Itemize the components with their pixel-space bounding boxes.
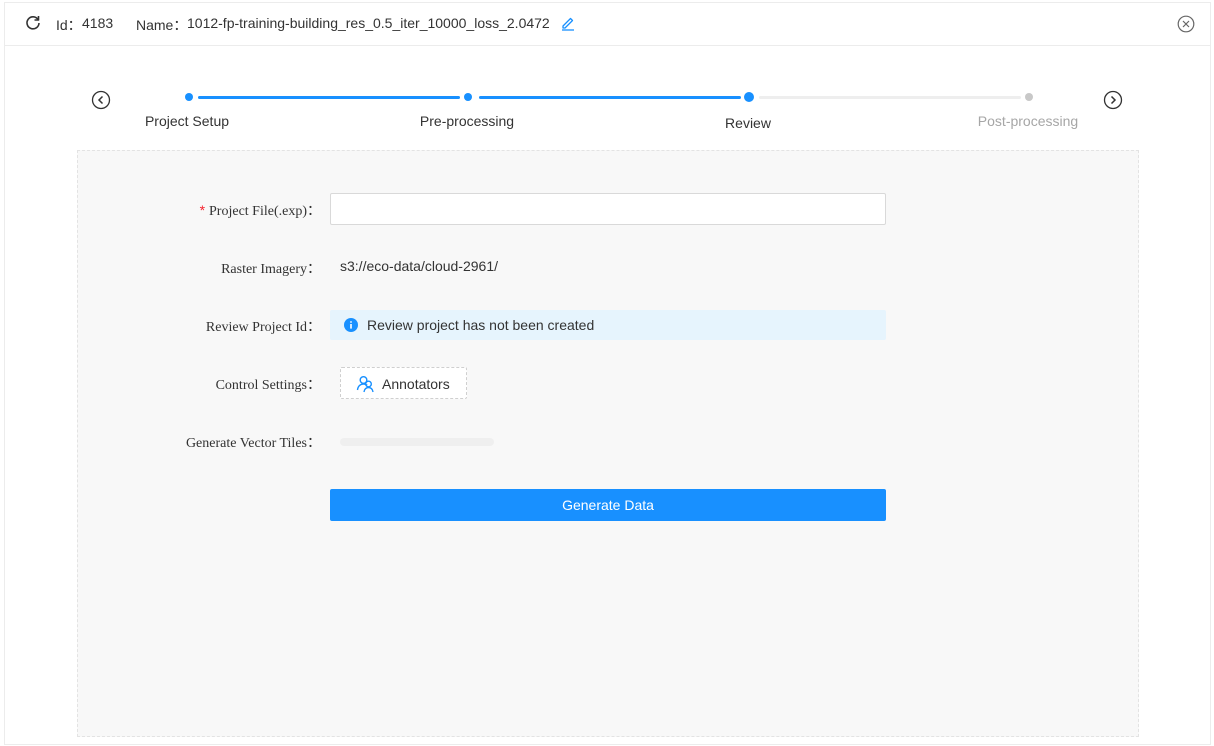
team-icon (356, 376, 374, 393)
step-connector (759, 96, 1021, 99)
step-dot-post-processing[interactable] (1025, 93, 1033, 101)
control-settings-label: Control Settings： (215, 378, 321, 393)
step-connector (479, 96, 741, 99)
id-value: 4183 (82, 15, 114, 31)
step-connector (198, 96, 460, 99)
project-file-input[interactable] (330, 193, 886, 225)
close-circle-icon[interactable] (1177, 15, 1195, 33)
review-form-card: * Project File(.exp)： Raster Imagery： s3:… (77, 150, 1139, 737)
generate-vector-tiles-label: Generate Vector Tiles： (185, 436, 321, 451)
review-project-id-label: Review Project Id： (205, 320, 321, 335)
vector-tiles-progress (340, 438, 494, 446)
review-project-alert: Review project has not been created (330, 310, 886, 340)
project-file-label-text: Project File(.exp)： (209, 204, 321, 219)
raster-imagery-value: s3://eco-data/cloud-2961/ (340, 258, 498, 274)
edit-icon[interactable] (560, 15, 576, 31)
step-dot-pre-processing[interactable] (464, 93, 472, 101)
review-project-alert-text: Review project has not been created (367, 317, 595, 333)
annotators-button-label: Annotators (382, 376, 450, 392)
name-value: 1012-fp-training-building_res_0.5_iter_1… (187, 15, 550, 31)
chevron-left-circle-icon[interactable] (91, 90, 111, 110)
required-mark: * (199, 202, 206, 218)
step-dot-review[interactable] (744, 92, 754, 102)
step-title-post-processing[interactable]: Post-processing (978, 113, 1078, 129)
generate-data-button[interactable]: Generate Data (330, 489, 886, 521)
project-file-label: * Project File(.exp)： (200, 200, 321, 220)
chevron-right-circle-icon[interactable] (1103, 90, 1123, 110)
modal-frame: Id： 4183 Name： 1012-fp-training-building… (4, 2, 1211, 745)
step-title-pre-processing[interactable]: Pre-processing (420, 113, 514, 129)
raster-imagery-label: Raster Imagery： (221, 262, 321, 277)
refresh-icon[interactable] (24, 14, 42, 32)
name-label: Name： (136, 17, 188, 33)
step-dot-project-setup[interactable] (185, 93, 193, 101)
annotators-button[interactable]: Annotators (340, 367, 467, 399)
step-title-review[interactable]: Review (725, 115, 771, 131)
header: Id： 4183 Name： 1012-fp-training-building… (5, 3, 1210, 46)
id-label: Id： (56, 17, 82, 33)
info-circle-icon (344, 318, 358, 332)
step-title-project-setup[interactable]: Project Setup (145, 113, 229, 129)
